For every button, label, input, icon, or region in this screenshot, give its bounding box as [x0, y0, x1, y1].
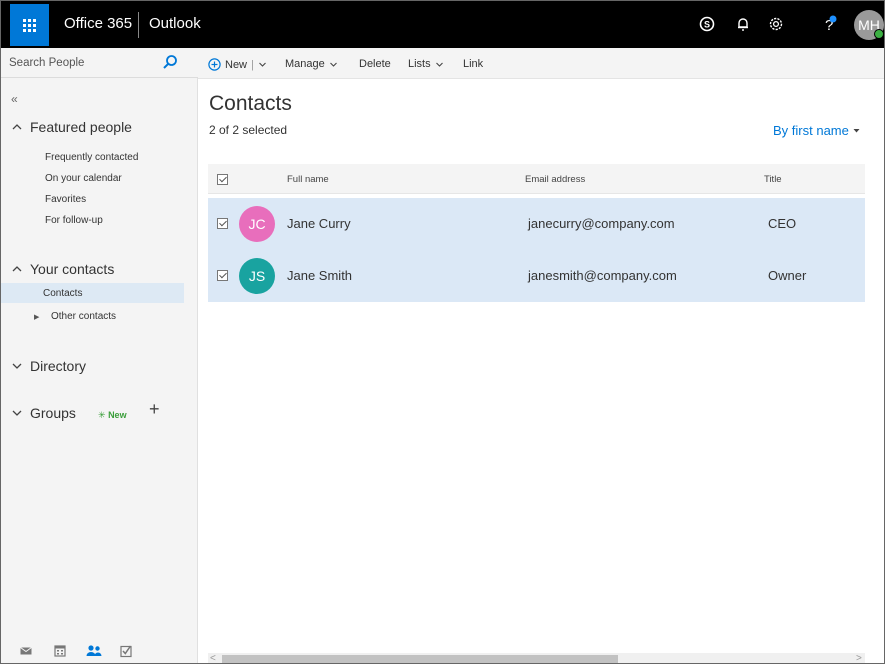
nav-contacts[interactable]: Contacts	[43, 288, 82, 299]
link-button[interactable]: Link	[463, 58, 483, 70]
lists-label: Lists	[408, 58, 431, 70]
contact-name: Jane Curry	[287, 216, 351, 231]
contact-name: Jane Smith	[287, 268, 353, 283]
tasks-icon[interactable]	[119, 644, 135, 660]
nav-other-contacts[interactable]: Other contacts	[51, 311, 116, 322]
svg-text:S: S	[704, 20, 710, 30]
your-contacts-header[interactable]: Your contacts	[11, 261, 114, 277]
manage-label: Manage	[285, 58, 325, 70]
nav-favorites[interactable]: Favorites	[45, 194, 86, 205]
delete-label: Delete	[359, 58, 391, 70]
search-icon[interactable]	[162, 54, 178, 75]
calendar-icon[interactable]	[53, 644, 69, 660]
column-full-name[interactable]: Full name	[287, 174, 329, 185]
contact-avatar: JC	[239, 206, 275, 242]
column-title[interactable]: Title	[764, 174, 782, 185]
delete-button[interactable]: Delete	[359, 58, 391, 70]
directory-label: Directory	[30, 358, 87, 374]
lists-button[interactable]: Lists	[408, 58, 444, 70]
contact-initials: JC	[248, 216, 266, 232]
nav-frequently-contacted[interactable]: Frequently contacted	[45, 152, 138, 163]
nav-contacts-selected[interactable]	[1, 283, 184, 303]
people-icon[interactable]	[85, 644, 102, 660]
chevron-down-icon[interactable]	[258, 60, 267, 69]
nav-on-your-calendar[interactable]: On your calendar	[45, 173, 122, 184]
contact-email: janesmith@company.com	[528, 268, 677, 283]
app-launcher-button[interactable]	[10, 4, 49, 46]
directory-header[interactable]: Directory	[11, 358, 86, 374]
contact-title: CEO	[768, 216, 797, 231]
header-divider	[138, 12, 139, 38]
row-checkbox[interactable]	[217, 270, 228, 281]
chevron-up-icon	[12, 124, 22, 130]
column-email[interactable]: Email address	[525, 174, 585, 185]
search-people-box[interactable]: Search People	[1, 48, 198, 78]
sort-label: By first name	[773, 123, 849, 138]
gear-icon[interactable]	[766, 14, 786, 34]
contact-email: janecurry@company.com	[528, 216, 675, 231]
scrollbar-thumb[interactable]	[222, 655, 618, 663]
help-icon[interactable]: ?	[819, 14, 839, 34]
split-divider: |	[251, 58, 254, 71]
chevron-down-icon	[329, 62, 337, 67]
bell-icon[interactable]	[733, 14, 753, 34]
collapse-pane-button[interactable]: «	[11, 92, 18, 106]
navigation-pane: Search People « Featured people Frequent…	[1, 48, 198, 663]
featured-people-label: Featured people	[30, 119, 132, 135]
outlook-people-window: Office 365 Outlook S ? MH Search People …	[0, 0, 885, 664]
new-contact-button[interactable]: New |	[208, 58, 267, 71]
command-bar: New | Manage Delete Lists Link	[198, 48, 884, 79]
skype-icon[interactable]: S	[697, 14, 717, 34]
search-input[interactable]: Search People	[9, 57, 84, 69]
contact-avatar: JS	[239, 258, 275, 294]
suite-header: Office 365 Outlook S ? MH	[1, 1, 884, 48]
page-title: Contacts	[209, 92, 292, 115]
select-all-checkbox[interactable]	[217, 174, 228, 185]
table-row[interactable]: JC Jane Curry janecurry@company.com CEO	[208, 198, 865, 250]
groups-label: Groups	[30, 405, 76, 421]
manage-button[interactable]: Manage	[285, 58, 338, 70]
app-name[interactable]: Outlook	[149, 15, 201, 32]
chevron-up-icon	[12, 266, 22, 272]
groups-header[interactable]: Groups	[11, 405, 76, 421]
chevron-down-icon	[12, 410, 22, 416]
new-badge-label: New	[108, 410, 127, 420]
suite-name[interactable]: Office 365	[64, 15, 132, 32]
chevron-down-icon	[12, 363, 22, 369]
scroll-left-icon[interactable]: <	[210, 653, 216, 663]
caret-down-icon	[853, 129, 860, 133]
sort-by-dropdown[interactable]: By first name	[773, 123, 861, 138]
contact-initials: JS	[248, 268, 266, 284]
nav-for-follow-up[interactable]: For follow-up	[45, 215, 103, 226]
chevron-down-icon	[435, 62, 443, 67]
mail-icon[interactable]	[19, 644, 35, 660]
presence-available-icon	[874, 29, 884, 39]
module-switcher	[1, 642, 198, 663]
caret-right-icon[interactable]: ▶	[34, 313, 39, 321]
groups-new-badge: ✳ New	[98, 410, 127, 421]
contact-title: Owner	[768, 268, 807, 283]
table-row[interactable]: JS Jane Smith janesmith@company.com Owne…	[208, 250, 865, 302]
featured-people-header[interactable]: Featured people	[11, 119, 132, 135]
row-checkbox[interactable]	[217, 218, 228, 229]
add-group-button[interactable]: +	[149, 399, 160, 420]
link-label: Link	[463, 58, 484, 70]
waffle-icon	[23, 18, 36, 32]
table-header: Full name Email address Title	[208, 164, 865, 194]
new-label: New	[225, 58, 248, 71]
sparkle-icon: ✳	[98, 410, 106, 420]
selection-status: 2 of 2 selected	[209, 123, 288, 137]
scroll-right-icon[interactable]: >	[856, 653, 862, 663]
add-circle-icon	[208, 58, 221, 71]
your-contacts-label: Your contacts	[30, 261, 115, 277]
